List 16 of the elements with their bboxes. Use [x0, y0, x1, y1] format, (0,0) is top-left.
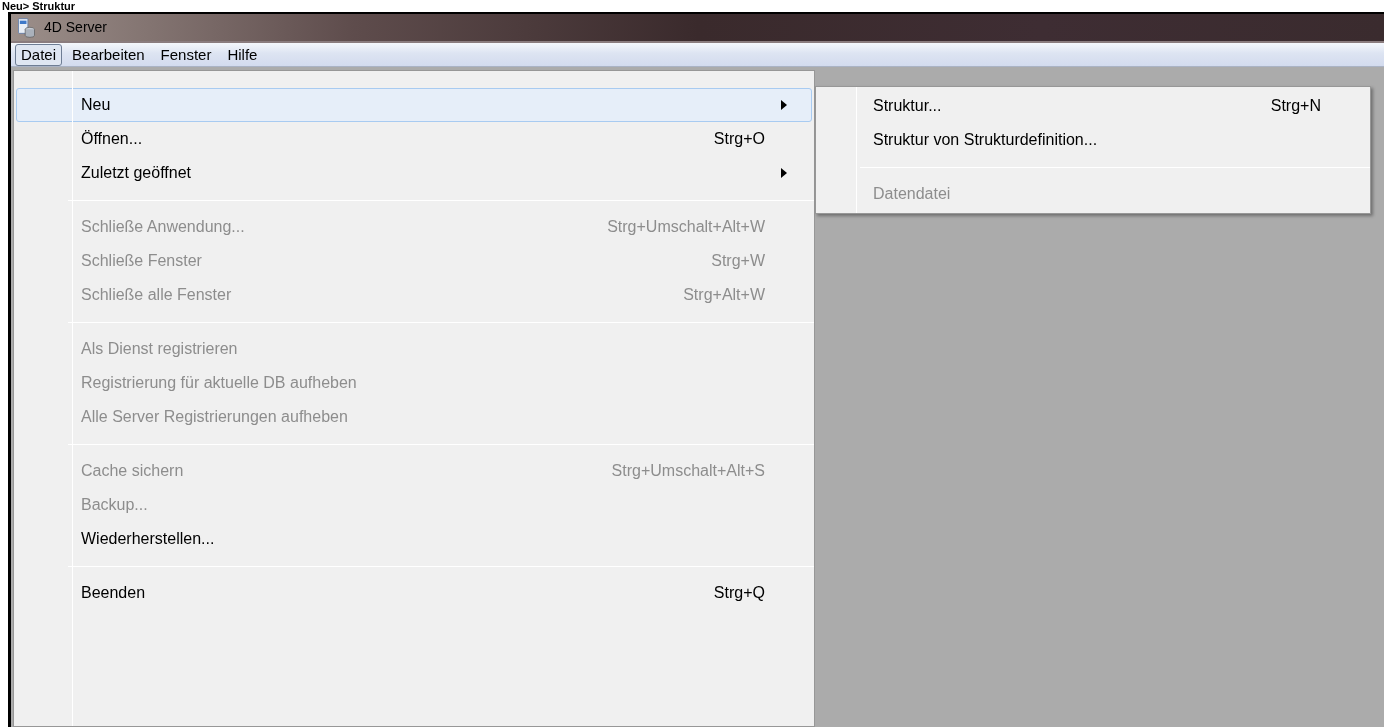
menu-bar-item[interactable]: Datei — [15, 43, 63, 66]
menu-item[interactable]: Wiederherstellen... — [16, 522, 812, 556]
submenu-arrow-icon — [781, 168, 787, 178]
menu-bar-item[interactable]: Bearbeiten — [66, 43, 151, 66]
menu-item[interactable]: Struktur von Strukturdefinition... — [818, 123, 1368, 157]
submenu-arrow-icon — [781, 100, 787, 110]
menu-bar-item[interactable]: Hilfe — [221, 43, 264, 66]
menu-item[interactable]: Neu — [16, 88, 812, 122]
page-heading: Neu> Struktur — [1, 0, 77, 12]
menu-item[interactable]: Struktur... Strg+N — [818, 89, 1368, 123]
menu-item[interactable]: Öffnen... Strg+O — [16, 122, 812, 156]
menu-item[interactable]: Zuletzt geöffnet — [16, 156, 812, 190]
menu-item[interactable]: Beenden Strg+Q — [16, 576, 812, 610]
database-server-icon — [17, 17, 36, 38]
menu-bar-item[interactable]: Fenster — [154, 43, 218, 66]
window-title: 4D Server — [44, 18, 108, 37]
